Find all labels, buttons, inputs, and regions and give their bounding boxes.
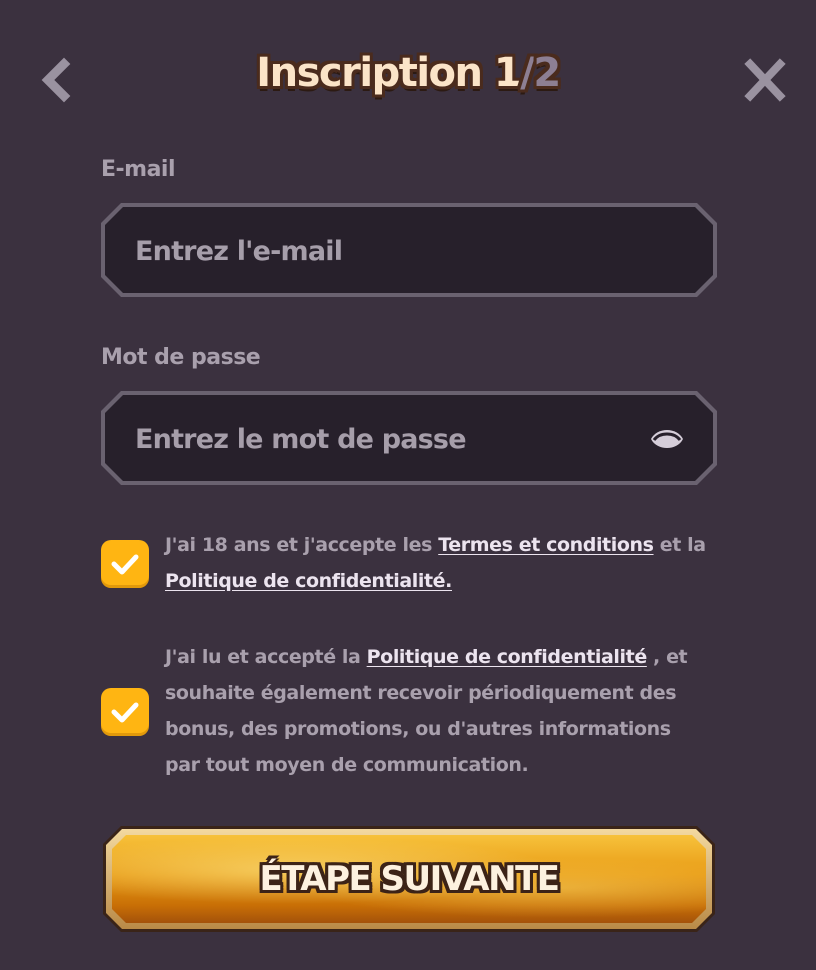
password-field-box — [105, 395, 713, 481]
terms-text-before: J'ai 18 ans et j'accepte les — [165, 534, 439, 556]
marketing-consent-text: J'ai lu et accepté la Politique de confi… — [165, 639, 705, 783]
email-input[interactable] — [133, 207, 637, 295]
title-main: Inscription 1 — [256, 50, 522, 96]
checkmark-icon — [111, 554, 139, 575]
close-button[interactable] — [742, 58, 788, 102]
password-label: Mot de passe — [101, 345, 261, 370]
terms-checkbox[interactable] — [101, 540, 149, 588]
terms-consent-text: J'ai 18 ans et j'accepte les Termes et c… — [165, 527, 725, 599]
marketing-text-before: J'ai lu et accepté la — [165, 646, 367, 668]
password-field-frame — [101, 391, 717, 485]
title-separator: / — [520, 50, 535, 96]
email-field-frame — [101, 203, 717, 297]
close-icon — [744, 58, 786, 102]
email-label: E-mail — [101, 157, 176, 182]
email-field-box — [105, 207, 713, 293]
password-input[interactable] — [133, 395, 637, 483]
next-step-button[interactable]: ÉTAPE SUIVANTE — [103, 826, 715, 932]
marketing-privacy-link[interactable]: Politique de confidentialité — [367, 646, 648, 668]
eye-icon[interactable] — [649, 425, 685, 453]
marketing-checkbox[interactable] — [101, 688, 149, 736]
title-total: 2 — [533, 50, 561, 96]
checkmark-icon — [111, 702, 139, 723]
terms-link[interactable]: Termes et conditions — [438, 534, 654, 556]
page-title: Inscription 1/2 — [0, 50, 816, 96]
terms-text-mid: et la — [653, 534, 706, 556]
privacy-link[interactable]: Politique de confidentialité. — [165, 570, 452, 592]
next-step-label: ÉTAPE SUIVANTE — [259, 859, 560, 899]
